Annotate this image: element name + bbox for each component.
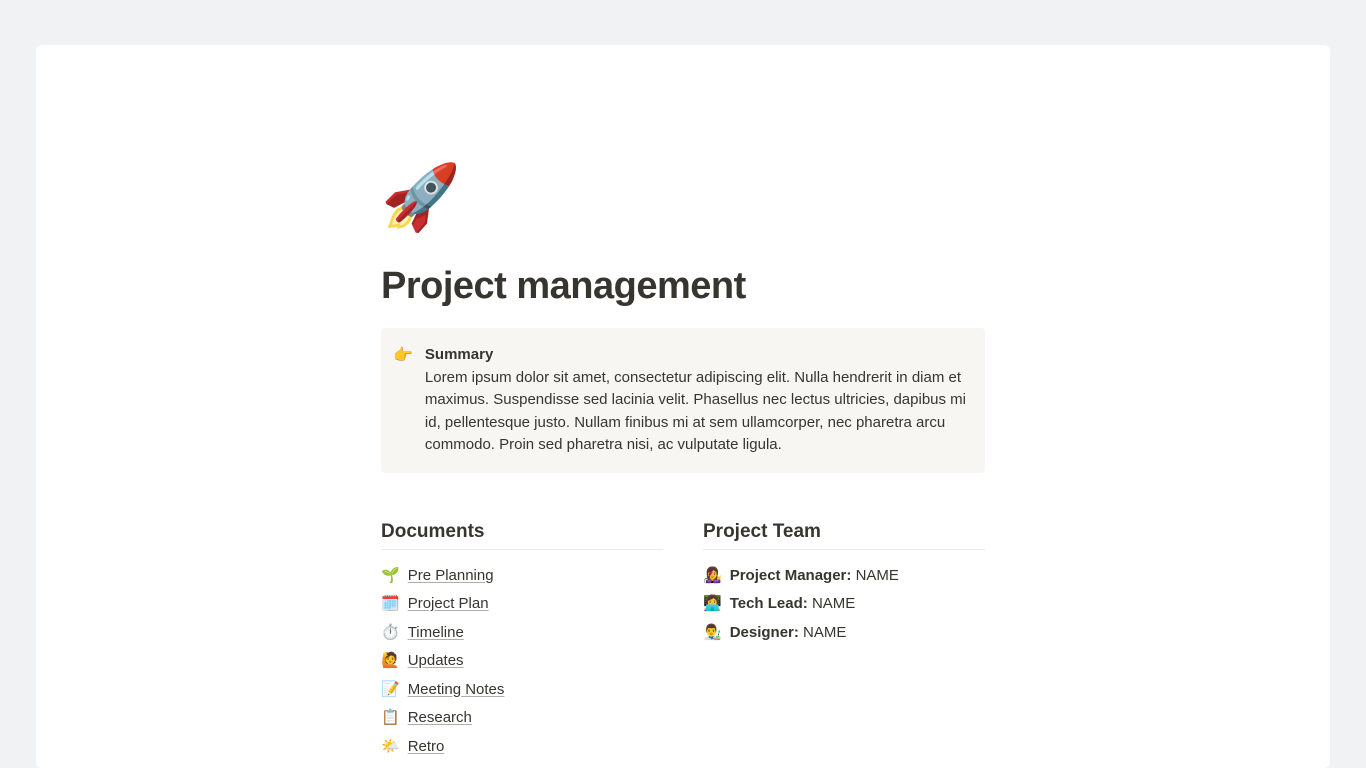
person-icon: 👩‍🎤 [703, 565, 722, 588]
list-item[interactable]: 📝 Meeting Notes [381, 676, 663, 705]
stopwatch-icon: ⏱️ [381, 622, 400, 645]
doc-link-meeting-notes[interactable]: Meeting Notes [408, 679, 505, 702]
team-role-label: Designer: [730, 624, 799, 641]
list-item[interactable]: ⏱️ Timeline [381, 619, 663, 648]
list-item[interactable]: 📋 Research [381, 704, 663, 733]
pointing-right-icon: 👉 [393, 344, 413, 457]
page-title[interactable]: Project management [381, 265, 985, 308]
project-team-column: Project Team 👩‍🎤 Project Manager: NAME 👩… [703, 521, 985, 762]
team-member-name: NAME [812, 595, 855, 612]
callout-content: Summary Lorem ipsum dolor sit amet, cons… [425, 344, 969, 457]
person-icon: 👩‍💻 [703, 593, 722, 616]
list-item: 👨‍🎨 Designer: NAME [703, 619, 985, 648]
list-item[interactable]: 🗓️ Project Plan [381, 590, 663, 619]
callout-title: Summary [425, 346, 493, 363]
team-role-label: Tech Lead: [730, 595, 808, 612]
sun-cloud-icon: 🌤️ [381, 736, 400, 759]
doc-link-pre-planning[interactable]: Pre Planning [408, 565, 494, 588]
doc-link-updates[interactable]: Updates [408, 650, 464, 673]
team-member-name: NAME [856, 567, 899, 584]
documents-list: 🌱 Pre Planning 🗓️ Project Plan ⏱️ Timeli… [381, 556, 663, 762]
list-item[interactable]: 🙋 Updates [381, 647, 663, 676]
page-wrapper: 🚀 Project management 👉 Summary Lorem ips… [36, 45, 1330, 768]
list-item: 👩‍🎤 Project Manager: NAME [703, 562, 985, 591]
list-item: 👩‍💻 Tech Lead: NAME [703, 590, 985, 619]
doc-link-timeline[interactable]: Timeline [408, 622, 464, 645]
callout-body: Lorem ipsum dolor sit amet, consectetur … [425, 369, 966, 454]
page-icon[interactable]: 🚀 [381, 165, 985, 229]
raising-hand-icon: 🙋 [381, 650, 400, 673]
doc-link-project-plan[interactable]: Project Plan [408, 593, 489, 616]
person-icon: 👨‍🎨 [703, 622, 722, 645]
documents-column: Documents 🌱 Pre Planning 🗓️ Project Plan… [381, 521, 663, 762]
doc-link-retro[interactable]: Retro [408, 736, 445, 759]
page-content: 🚀 Project management 👉 Summary Lorem ips… [381, 165, 985, 761]
project-team-heading: Project Team [703, 521, 985, 550]
columns: Documents 🌱 Pre Planning 🗓️ Project Plan… [381, 521, 985, 762]
memo-icon: 📝 [381, 679, 400, 702]
list-item[interactable]: 🌤️ Retro [381, 733, 663, 762]
team-role-label: Project Manager: [730, 567, 852, 584]
summary-callout: 👉 Summary Lorem ipsum dolor sit amet, co… [381, 328, 985, 473]
documents-heading: Documents [381, 521, 663, 550]
team-list: 👩‍🎤 Project Manager: NAME 👩‍💻 Tech Lead:… [703, 556, 985, 648]
doc-link-research[interactable]: Research [408, 707, 472, 730]
list-item[interactable]: 🌱 Pre Planning [381, 562, 663, 591]
clipboard-icon: 📋 [381, 707, 400, 730]
seedling-icon: 🌱 [381, 565, 400, 588]
calendar-icon: 🗓️ [381, 593, 400, 616]
team-member-name: NAME [803, 624, 846, 641]
